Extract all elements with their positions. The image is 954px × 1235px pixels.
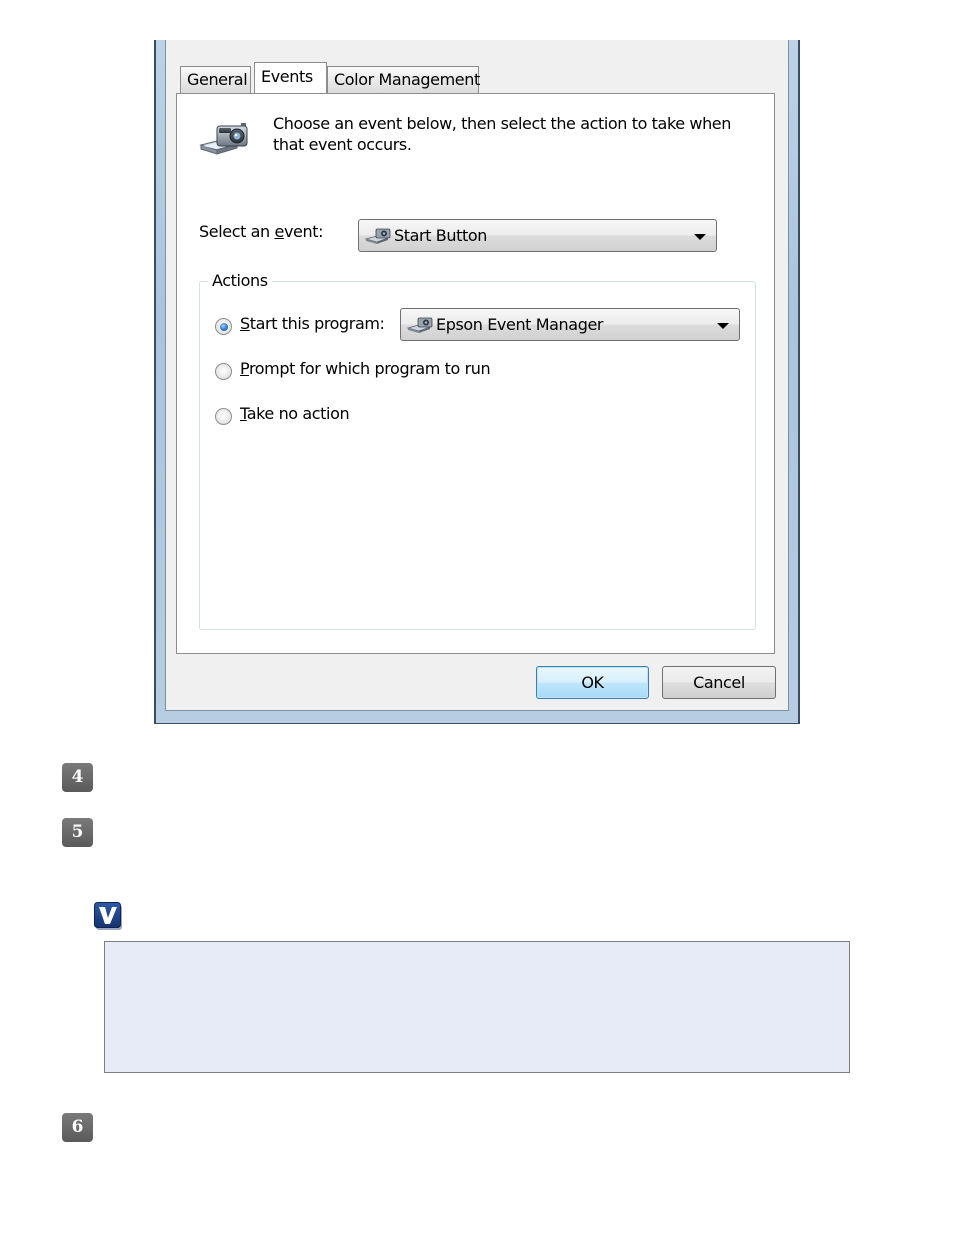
scanner-icon <box>364 228 391 244</box>
select-event-label: Select an event: <box>199 222 324 241</box>
program-dropdown-value: Epson Event Manager <box>436 315 604 334</box>
events-description: Choose an event below, then select the a… <box>273 114 731 154</box>
no-action-label[interactable]: Take no action <box>240 404 350 423</box>
event-dropdown-value: Start Button <box>394 226 487 245</box>
program-dropdown[interactable]: Epson Event Manager <box>400 308 740 341</box>
step-number-badge: 6 <box>62 1113 93 1142</box>
start-program-label[interactable]: Start this program: <box>240 314 385 333</box>
scanner-camera-icon <box>199 123 248 155</box>
tab-color-management[interactable]: Color Management <box>327 66 480 93</box>
tab-events[interactable]: Events <box>254 62 327 93</box>
event-dropdown[interactable]: Start Button <box>358 219 717 252</box>
ok-button[interactable]: OK <box>536 666 649 699</box>
radio-start-program[interactable] <box>215 318 232 335</box>
tab-general[interactable]: General <box>180 66 251 93</box>
note-box <box>104 941 850 1073</box>
chevron-down-icon <box>694 234 706 240</box>
radio-no-action[interactable] <box>215 408 232 425</box>
radio-prompt-program[interactable] <box>215 363 232 380</box>
step-number-badge: 4 <box>62 763 93 792</box>
step-number-badge: 5 <box>62 818 93 847</box>
chevron-down-icon <box>717 323 729 329</box>
cancel-button[interactable]: Cancel <box>662 666 776 699</box>
scanner-icon <box>406 317 433 333</box>
actions-group-title: Actions <box>208 270 272 292</box>
prompt-program-label[interactable]: Prompt for which program to run <box>240 359 491 378</box>
check-note-icon <box>94 902 122 930</box>
